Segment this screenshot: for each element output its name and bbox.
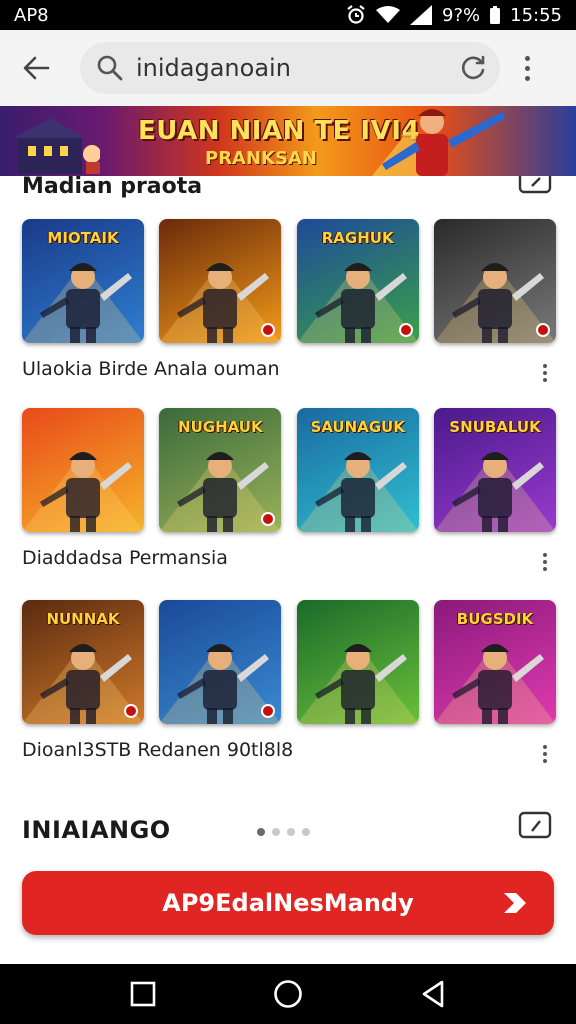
game-tile-title: SAUNAGUK xyxy=(310,418,405,436)
refresh-icon[interactable] xyxy=(460,54,488,82)
back-icon xyxy=(423,980,444,1008)
game-row: NUGHAUK SAUNAGUK SNUBALUK xyxy=(22,408,556,532)
game-tile[interactable] xyxy=(159,600,282,724)
more-vert-icon[interactable] xyxy=(543,553,547,571)
game-tile[interactable]: SNUBALUK xyxy=(433,408,556,532)
more-vert-icon[interactable] xyxy=(514,46,540,90)
search-header xyxy=(0,30,576,106)
game-tile-title: MIOTAIK xyxy=(47,229,119,247)
promo-banner[interactable]: EUAN NIAN TE IVI4 PRANKSAN xyxy=(0,106,576,176)
pager-dot[interactable] xyxy=(272,828,280,836)
banner-subtitle: PRANKSAN xyxy=(205,148,317,169)
game-tile-title: SNUBALUK xyxy=(449,418,541,436)
hero-figure-icon xyxy=(372,109,506,176)
content-area: Madian praota MIOTAIK RAGHUK Ulaokia Birde… xyxy=(0,176,576,860)
row-caption: Diaddadsa Permansia xyxy=(22,547,228,569)
back-button[interactable] xyxy=(14,46,58,90)
battery-label: 9?% xyxy=(442,4,481,26)
more-vert-icon[interactable] xyxy=(543,745,547,763)
signal-icon xyxy=(410,5,433,25)
game-tile[interactable]: MIOTAIK xyxy=(22,219,144,343)
battery-icon xyxy=(490,6,501,24)
alarm-icon xyxy=(346,5,366,25)
pager-dot[interactable] xyxy=(257,828,265,836)
pager-dot[interactable] xyxy=(287,828,295,836)
game-tile[interactable] xyxy=(296,600,419,724)
more-vert-icon[interactable] xyxy=(543,364,547,382)
game-row: NUNNAK BUGSDIK xyxy=(22,600,556,724)
game-row: MIOTAIK RAGHUK xyxy=(22,219,556,343)
wifi-icon xyxy=(376,6,401,24)
status-icons: 9?% 15:55 xyxy=(346,5,562,26)
game-tile[interactable] xyxy=(22,408,144,532)
game-tile[interactable]: NUGHAUK xyxy=(159,408,282,532)
game-tile[interactable] xyxy=(433,219,556,343)
castle-icon xyxy=(14,118,100,174)
badge-icon xyxy=(535,323,550,337)
row-caption: Dioanl3STB Redanen 90tl8l8 xyxy=(22,739,294,761)
time-label: 15:55 xyxy=(510,4,562,26)
home-button[interactable] xyxy=(268,974,308,1014)
recent-apps-button[interactable] xyxy=(123,974,163,1014)
game-tile-title: RAGHUK xyxy=(321,229,394,247)
game-tile[interactable]: RAGHUK xyxy=(296,219,419,343)
game-tile-title: BUGSDIK xyxy=(456,610,534,628)
pager-dots xyxy=(257,828,310,836)
game-tile[interactable] xyxy=(159,219,282,343)
pager-dot[interactable] xyxy=(302,828,310,836)
game-tile[interactable]: SAUNAGUK xyxy=(296,408,419,532)
search-input[interactable] xyxy=(136,54,460,82)
back-nav-button[interactable] xyxy=(413,974,453,1014)
back-arrow-icon xyxy=(23,56,50,80)
footer-label: INIAIANGO xyxy=(22,816,171,844)
game-tile-title: NUNNAK xyxy=(46,610,120,628)
primary-action-label: AP9EdalNesMandy xyxy=(162,889,414,917)
cast-icon[interactable] xyxy=(518,176,552,194)
primary-action-button[interactable]: AP9EdalNesMandy xyxy=(22,871,554,935)
game-tile[interactable]: NUNNAK xyxy=(22,600,144,724)
hero-figure-icon xyxy=(433,452,556,532)
game-tile[interactable]: BUGSDIK xyxy=(433,600,556,724)
row-caption: Ulaokia Birde Anala ouman xyxy=(22,358,280,380)
status-bar: AP8 9?% 15:55 xyxy=(0,0,576,30)
badge-icon xyxy=(124,704,138,718)
hero-figure-icon xyxy=(296,644,419,724)
search-bar[interactable] xyxy=(80,42,500,94)
recent-apps-icon xyxy=(130,981,155,1007)
system-nav-bar xyxy=(0,964,576,1024)
home-icon xyxy=(274,980,302,1008)
search-icon xyxy=(97,55,123,81)
section-title: Madian praota xyxy=(22,176,203,199)
arrow-right-icon xyxy=(504,893,526,913)
hero-figure-icon xyxy=(22,452,144,532)
hero-figure-icon xyxy=(296,452,419,532)
game-tile-title: NUGHAUK xyxy=(178,418,263,436)
carrier-label: AP8 xyxy=(14,4,49,26)
badge-icon xyxy=(398,323,413,337)
cast-icon[interactable] xyxy=(518,811,552,839)
hero-figure-icon xyxy=(433,644,556,724)
hero-figure-icon xyxy=(22,263,144,343)
